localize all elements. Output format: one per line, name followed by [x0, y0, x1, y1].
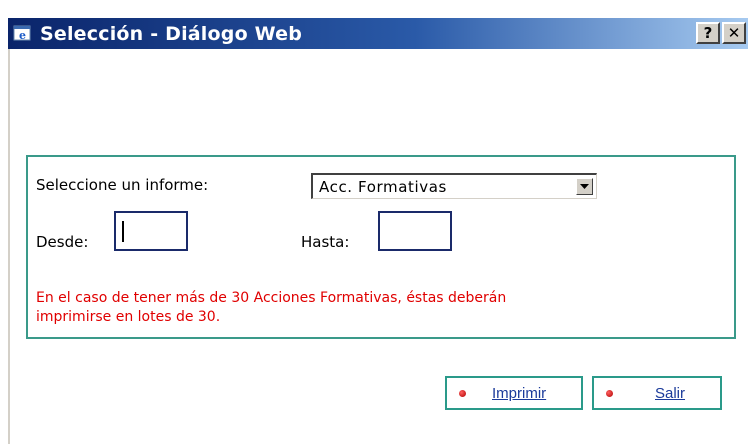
- internet-explorer-icon: e: [12, 23, 34, 45]
- note-line-2: imprimirse en lotes de 30.: [36, 309, 221, 325]
- from-label: Desde:: [36, 233, 89, 251]
- exit-button[interactable]: Salir: [592, 376, 722, 410]
- bullet-icon: [459, 389, 466, 397]
- print-button[interactable]: Imprimir: [445, 376, 583, 410]
- title-buttons: ? ✕: [696, 22, 746, 44]
- window-title: Selección - Diálogo Web: [40, 22, 303, 45]
- to-label: Hasta:: [301, 233, 350, 251]
- svg-text:e: e: [19, 29, 26, 42]
- help-button[interactable]: ?: [696, 22, 720, 44]
- close-icon: ✕: [727, 24, 741, 42]
- note-line-1: En el caso de tener más de 30 Acciones F…: [36, 290, 507, 306]
- print-button-label: Imprimir: [492, 384, 547, 402]
- window-frame-left: [8, 49, 10, 444]
- batch-warning-note: En el caso de tener más de 30 Acciones F…: [36, 289, 676, 327]
- text-caret: [122, 221, 124, 242]
- report-label: Seleccione un informe:: [36, 176, 209, 194]
- close-button[interactable]: ✕: [722, 22, 746, 44]
- desktop-strip: [0, 0, 748, 18]
- bullet-icon: [606, 389, 613, 397]
- chevron-down-icon[interactable]: [576, 178, 593, 195]
- report-select[interactable]: Acc. Formativas: [311, 173, 597, 199]
- report-select-value: Acc. Formativas: [319, 177, 447, 196]
- form-panel: Seleccione un informe: Acc. Formativas D…: [26, 155, 736, 339]
- from-input[interactable]: [114, 211, 188, 251]
- dialog-window: e Selección - Diálogo Web ? ✕ Seleccione…: [8, 18, 748, 444]
- to-input[interactable]: [378, 211, 452, 251]
- exit-button-label: Salir: [655, 384, 686, 402]
- title-bar[interactable]: e Selección - Diálogo Web ? ✕: [8, 18, 748, 49]
